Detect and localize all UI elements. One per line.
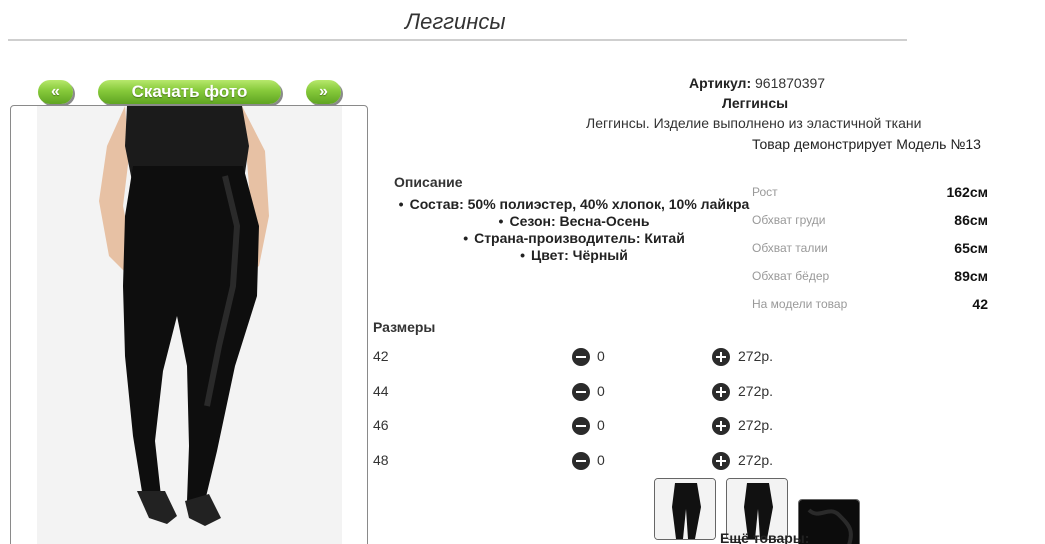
model-note: Товар демонстрирует Модель №13 (752, 136, 981, 152)
product-name: Леггинсы (722, 95, 789, 111)
article-label: Артикул: (689, 75, 752, 91)
param-label: Обхват груди (752, 213, 826, 227)
description-item: Сезон: Весна-Осень (394, 213, 754, 230)
minus-icon[interactable] (572, 348, 590, 366)
product-photo[interactable] (37, 106, 342, 544)
param-value: 86см (954, 212, 988, 228)
plus-icon[interactable] (712, 417, 730, 435)
param-label: Обхват бёдер (752, 269, 830, 283)
thumbnail-1[interactable] (654, 478, 716, 540)
minus-icon[interactable] (572, 383, 590, 401)
size-label: 46 (373, 417, 389, 433)
param-label: На модели товар (752, 297, 848, 311)
page-title: Леггинсы (405, 9, 506, 34)
param-row-hips: Обхват бёдер 89см (752, 262, 988, 290)
quantity-value: 0 (597, 348, 605, 364)
more-goods-label: Ещё товары: (720, 530, 810, 544)
sizes-title: Размеры (373, 319, 436, 335)
size-row: 42 0 272р. (373, 348, 793, 368)
param-row-height: Рост 162см (752, 178, 988, 206)
param-value: 89см (954, 268, 988, 284)
description-item: Страна-производитель: Китай (394, 230, 754, 247)
plus-icon[interactable] (712, 452, 730, 470)
quantity-value: 0 (597, 383, 605, 399)
param-value: 162см (946, 184, 988, 200)
article-line: Артикул: 961870397 (689, 75, 825, 91)
leggings-model-image (37, 106, 342, 544)
param-label: Рост (752, 185, 778, 199)
quantity-value: 0 (597, 417, 605, 433)
thumbnail-image (655, 479, 715, 539)
next-photo-button[interactable]: » (306, 80, 341, 104)
size-row: 48 0 272р. (373, 452, 793, 472)
product-photo-frame (10, 105, 368, 544)
article-value: 961870397 (755, 75, 826, 91)
description-item: Состав: 50% полиэстер, 40% хлопок, 10% л… (394, 196, 754, 213)
quantity-value: 0 (597, 452, 605, 468)
product-description: Леггинсы. Изделие выполнено из эластично… (586, 115, 922, 131)
size-row: 44 0 272р. (373, 383, 793, 403)
param-row-waist: Обхват талии 65см (752, 234, 988, 262)
description-item: Цвет: Чёрный (394, 247, 754, 264)
description-list: Состав: 50% полиэстер, 40% хлопок, 10% л… (394, 196, 754, 264)
model-params: Рост 162см Обхват груди 86см Обхват тали… (752, 178, 988, 318)
size-label: 44 (373, 383, 389, 399)
price-value: 272р. (738, 383, 774, 399)
size-label: 42 (373, 348, 389, 364)
description-title: Описание (394, 174, 463, 190)
minus-icon[interactable] (572, 452, 590, 470)
param-value: 42 (972, 296, 988, 312)
size-label: 48 (373, 452, 389, 468)
plus-icon[interactable] (712, 348, 730, 366)
param-label: Обхват талии (752, 241, 828, 255)
minus-icon[interactable] (572, 417, 590, 435)
title-divider (8, 39, 907, 41)
previous-photo-button[interactable]: « (38, 80, 73, 104)
plus-icon[interactable] (712, 383, 730, 401)
price-value: 272р. (738, 417, 774, 433)
size-row: 46 0 272р. (373, 417, 793, 437)
price-value: 272р. (738, 452, 774, 468)
param-value: 65см (954, 240, 988, 256)
download-photo-button[interactable]: Скачать фото (98, 80, 281, 104)
param-row-chest: Обхват груди 86см (752, 206, 988, 234)
param-row-model-size: На модели товар 42 (752, 290, 988, 318)
price-value: 272р. (738, 348, 774, 364)
